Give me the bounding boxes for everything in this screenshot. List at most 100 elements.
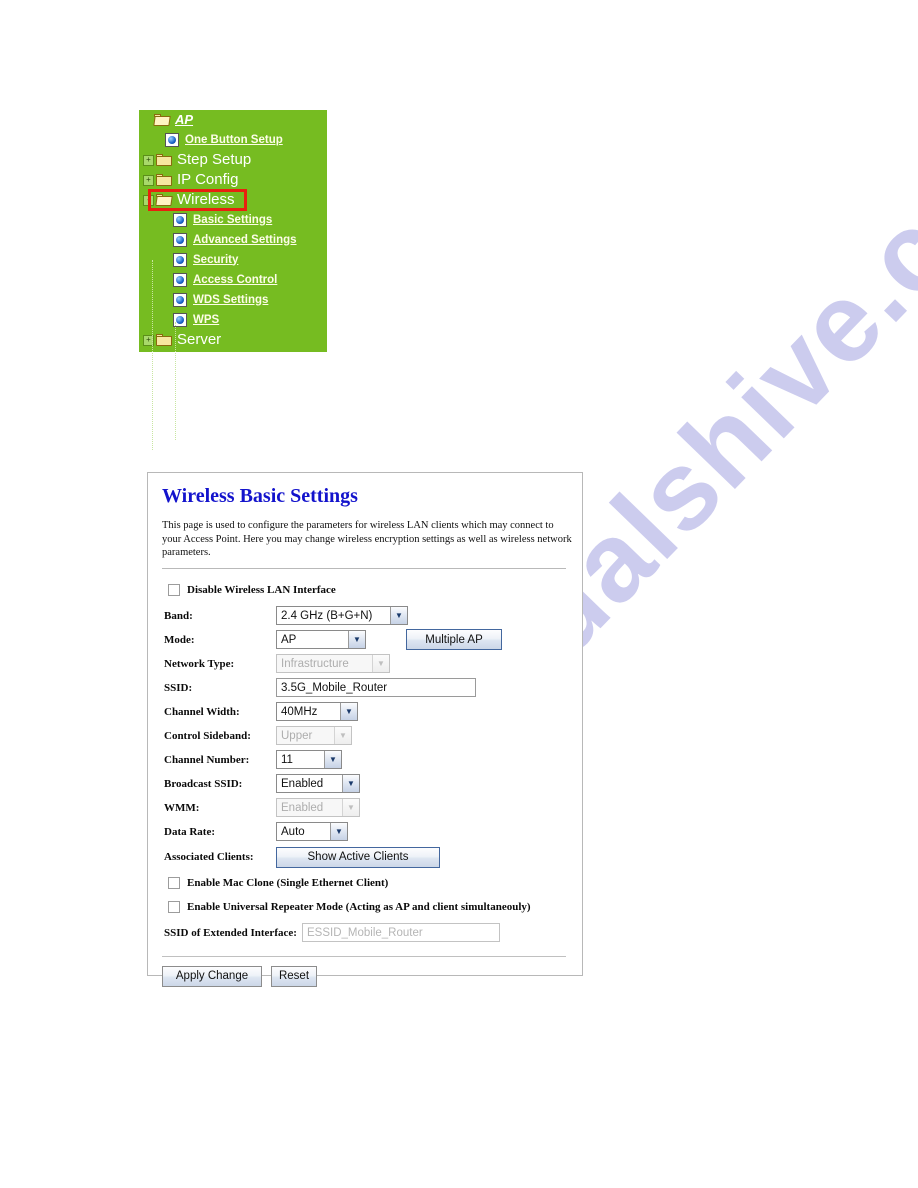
closed-folder-icon bbox=[156, 153, 173, 167]
tree-item-label: WDS Settings bbox=[193, 293, 269, 306]
select-value-mode: AP bbox=[281, 633, 297, 646]
field-row-control-sideband: Control Sideband: Upper ▼ bbox=[160, 724, 568, 748]
chevron-down-icon: ▼ bbox=[372, 655, 389, 672]
tree-item-label: Wireless bbox=[177, 191, 235, 208]
tree-row-list: AP One Button Setup + Step Setup + IP Config -… bbox=[139, 110, 327, 350]
page-icon bbox=[173, 253, 187, 267]
select-network-type: Infrastructure ▼ bbox=[276, 654, 390, 673]
field-label-wmm: WMM: bbox=[164, 801, 200, 814]
disable-wlan-label: Disable Wireless LAN Interface bbox=[187, 583, 336, 596]
chevron-down-icon: ▼ bbox=[342, 799, 359, 816]
page-description: This page is used to configure the param… bbox=[162, 520, 572, 558]
tree-item-wps[interactable]: WPS bbox=[139, 310, 327, 330]
tree-item-security[interactable]: Security bbox=[139, 250, 327, 270]
select-wmm: Enabled ▼ bbox=[276, 798, 360, 817]
extended-ssid-label: SSID of Extended Interface: bbox=[164, 926, 297, 939]
field-label-channel-number: Channel Number: bbox=[164, 753, 250, 766]
tree-item-label: Server bbox=[177, 331, 222, 348]
page-icon bbox=[173, 273, 187, 287]
reset-button[interactable]: Reset bbox=[271, 965, 317, 987]
wireless-basic-settings-panel: Wireless Basic Settings This page is use… bbox=[147, 472, 583, 987]
tree-item-ap[interactable]: AP bbox=[139, 110, 327, 130]
field-label-data-rate: Data Rate: bbox=[164, 825, 216, 838]
tree-item-label: One Button Setup bbox=[185, 133, 283, 146]
tree-guide-line bbox=[152, 260, 153, 450]
field-row-mode: Mode: AP ▼ Multiple AP bbox=[160, 628, 568, 652]
chevron-down-icon: ▼ bbox=[334, 727, 351, 744]
repeater-mode-label: Enable Universal Repeater Mode (Acting a… bbox=[187, 901, 531, 913]
select-band[interactable]: 2.4 GHz (B+G+N) ▼ bbox=[276, 606, 408, 625]
open-folder-icon bbox=[153, 113, 171, 127]
chevron-down-icon[interactable]: ▼ bbox=[330, 823, 347, 840]
input-ssid[interactable]: 3.5G_Mobile_Router bbox=[276, 678, 476, 697]
select-value-network-type: Infrastructure bbox=[281, 657, 349, 670]
mac-clone-row[interactable]: Enable Mac Clone (Single Ethernet Client… bbox=[160, 871, 568, 896]
tree-item-wds-settings[interactable]: WDS Settings bbox=[139, 290, 327, 310]
select-channel-width[interactable]: 40MHz ▼ bbox=[276, 702, 358, 721]
select-broadcast-ssid[interactable]: Enabled ▼ bbox=[276, 774, 360, 793]
tree-item-one-button-setup[interactable]: One Button Setup bbox=[139, 130, 327, 150]
select-data-rate[interactable]: Auto ▼ bbox=[276, 822, 348, 841]
repeater-mode-row[interactable]: Enable Universal Repeater Mode (Acting a… bbox=[160, 896, 568, 919]
page-icon bbox=[173, 233, 187, 247]
extended-ssid-input[interactable]: ESSID_Mobile_Router bbox=[302, 923, 500, 942]
collapse-icon[interactable]: - bbox=[143, 194, 154, 206]
select-value-band: 2.4 GHz (B+G+N) bbox=[281, 609, 373, 622]
page-icon bbox=[165, 133, 179, 147]
mac-clone-checkbox[interactable] bbox=[168, 877, 180, 889]
select-channel-number[interactable]: 11 ▼ bbox=[276, 750, 342, 769]
expand-icon[interactable]: + bbox=[143, 174, 154, 186]
repeater-mode-checkbox[interactable] bbox=[168, 901, 180, 913]
closed-folder-icon bbox=[156, 333, 173, 347]
action-button-bar: Apply Change Reset bbox=[160, 957, 568, 987]
tree-item-label: WPS bbox=[193, 313, 220, 326]
select-value-channel-number: 11 bbox=[281, 753, 293, 766]
tree-item-advanced-settings[interactable]: Advanced Settings bbox=[139, 230, 327, 250]
field-row-network-type: Network Type: Infrastructure ▼ bbox=[160, 652, 568, 676]
disable-wlan-checkbox[interactable] bbox=[168, 583, 180, 596]
chevron-down-icon[interactable]: ▼ bbox=[390, 607, 407, 624]
multiple-ap-button[interactable]: Multiple AP bbox=[406, 629, 502, 650]
tree-item-label: Advanced Settings bbox=[193, 233, 297, 246]
chevron-down-icon[interactable]: ▼ bbox=[348, 631, 365, 648]
title-divider bbox=[162, 567, 566, 569]
associated-clients-label: Associated Clients: bbox=[164, 851, 254, 863]
select-control-sideband: Upper ▼ bbox=[276, 726, 352, 745]
select-value-broadcast-ssid: Enabled bbox=[281, 777, 324, 790]
chevron-down-icon[interactable]: ▼ bbox=[342, 775, 359, 792]
settings-field-list: Band: 2.4 GHz (B+G+N) ▼ Mode: AP ▼ Multiple AP… bbox=[160, 604, 568, 844]
field-row-data-rate: Data Rate: Auto ▼ bbox=[160, 820, 568, 844]
field-row-band: Band: 2.4 GHz (B+G+N) ▼ bbox=[160, 604, 568, 628]
chevron-down-icon[interactable]: ▼ bbox=[324, 751, 341, 768]
tree-item-basic-settings[interactable]: Basic Settings bbox=[139, 210, 327, 230]
apply-change-button[interactable]: Apply Change bbox=[162, 965, 262, 987]
page-icon bbox=[173, 293, 187, 307]
tree-item-server[interactable]: + Server bbox=[139, 330, 327, 350]
disable-wlan-row[interactable]: Disable Wireless LAN Interface bbox=[160, 579, 568, 601]
select-value-wmm: Enabled bbox=[281, 801, 324, 814]
navigation-tree-panel: AP One Button Setup + Step Setup + IP Config -… bbox=[139, 110, 327, 450]
open-folder-icon bbox=[155, 193, 173, 207]
tree-item-step-setup[interactable]: + Step Setup bbox=[139, 150, 327, 170]
tree-item-wireless[interactable]: - Wireless bbox=[139, 190, 327, 210]
field-row-broadcast-ssid: Broadcast SSID: Enabled ▼ bbox=[160, 772, 568, 796]
select-value-control-sideband: Upper bbox=[281, 729, 313, 742]
page-title: Wireless Basic Settings bbox=[162, 485, 358, 507]
select-mode[interactable]: AP ▼ bbox=[276, 630, 366, 649]
field-label-control-sideband: Control Sideband: bbox=[164, 729, 251, 742]
select-value-channel-width: 40MHz bbox=[281, 705, 318, 718]
tree-item-label: Security bbox=[193, 253, 239, 266]
field-row-ssid: SSID: 3.5G_Mobile_Router bbox=[160, 676, 568, 700]
chevron-down-icon[interactable]: ▼ bbox=[340, 703, 357, 720]
page-icon bbox=[173, 213, 187, 227]
tree-item-label: AP bbox=[175, 112, 194, 127]
tree-item-access-control[interactable]: Access Control bbox=[139, 270, 327, 290]
mac-clone-label: Enable Mac Clone (Single Ethernet Client… bbox=[187, 877, 389, 889]
tree-guide-line-sub bbox=[175, 322, 176, 440]
show-active-clients-button[interactable]: Show Active Clients bbox=[276, 846, 440, 868]
tree-item-label: Step Setup bbox=[177, 151, 252, 168]
expand-icon[interactable]: + bbox=[143, 154, 154, 166]
field-label-mode: Mode: bbox=[164, 633, 195, 646]
tree-item-ip-config[interactable]: + IP Config bbox=[139, 170, 327, 190]
